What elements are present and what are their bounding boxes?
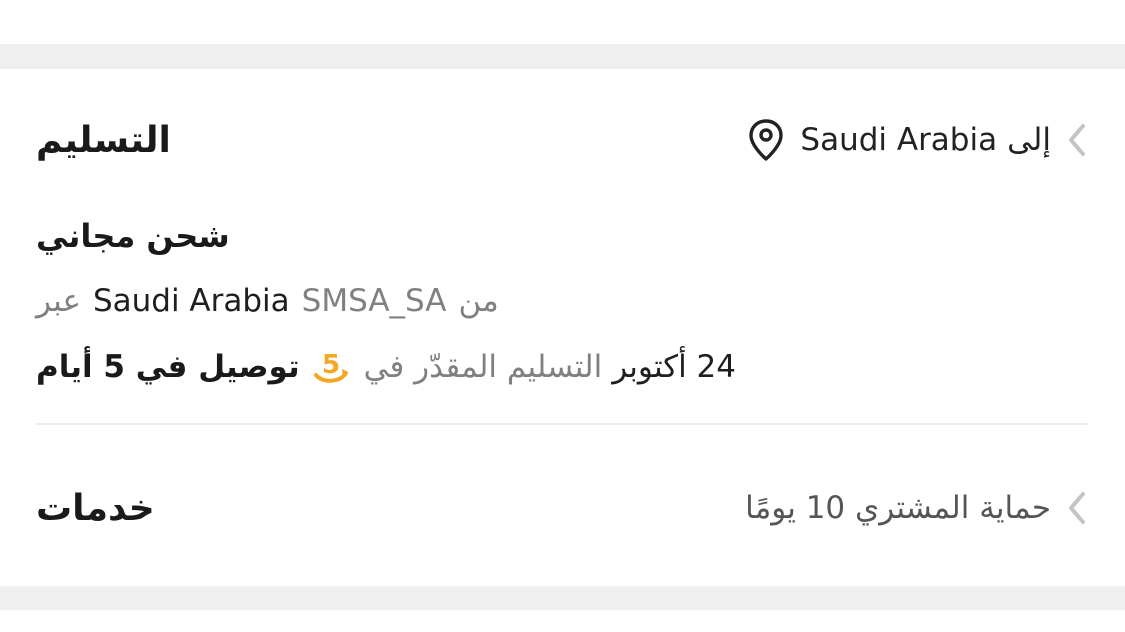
destination-country: Saudi Arabia [800, 122, 998, 158]
services-title: خدمات [36, 487, 155, 529]
svg-text:5: 5 [322, 350, 340, 380]
destination-label: إلى Saudi Arabia [800, 122, 1051, 158]
estimated-delivery-date: 24 أكتوبر [612, 349, 736, 385]
estimated-delivery-line: توصيل في 5 أيام 5 التسليم المقدّر في 24 … [36, 349, 736, 385]
services-row: خدمات حماية المشتري 10 يومًا [36, 477, 1089, 539]
destination-selector[interactable]: إلى Saudi Arabia [746, 117, 1089, 163]
delivery-title: التسليم [36, 119, 171, 161]
location-pin-icon [749, 119, 784, 161]
delivery-header-row: التسليم إلى Saudi Arabia [36, 109, 1089, 171]
shipping-carrier-line: عبر Saudi Arabia SMSA_SA من [36, 283, 499, 319]
fast-delivery-badge-icon: 5 [313, 350, 348, 383]
buyer-protection-link[interactable]: حماية المشتري 10 يومًا [745, 488, 1089, 528]
divider [36, 423, 1089, 425]
estimated-delivery-text: التسليم المقدّر في [363, 349, 603, 385]
buyer-protection-label: حماية المشتري 10 يومًا [745, 490, 1051, 526]
from-word: من [458, 283, 499, 319]
section-gap [0, 44, 1125, 69]
chevron-left-icon [1065, 488, 1089, 528]
fast-delivery-label: توصيل في 5 أيام [36, 349, 300, 385]
via-country: Saudi Arabia [92, 283, 290, 319]
top-area [0, 0, 1125, 44]
carrier-name: SMSA_SA [301, 283, 447, 319]
destination-prefix: إلى [1007, 122, 1051, 158]
free-shipping-label: شحن مجاني [36, 217, 230, 255]
via-prefix: عبر [36, 283, 81, 319]
chevron-left-icon [1065, 120, 1089, 160]
section-gap [0, 586, 1125, 610]
bottom-area [0, 610, 1125, 632]
delivery-card: التسليم إلى Saudi Arabia شحن مجاني عبر S… [0, 69, 1125, 586]
